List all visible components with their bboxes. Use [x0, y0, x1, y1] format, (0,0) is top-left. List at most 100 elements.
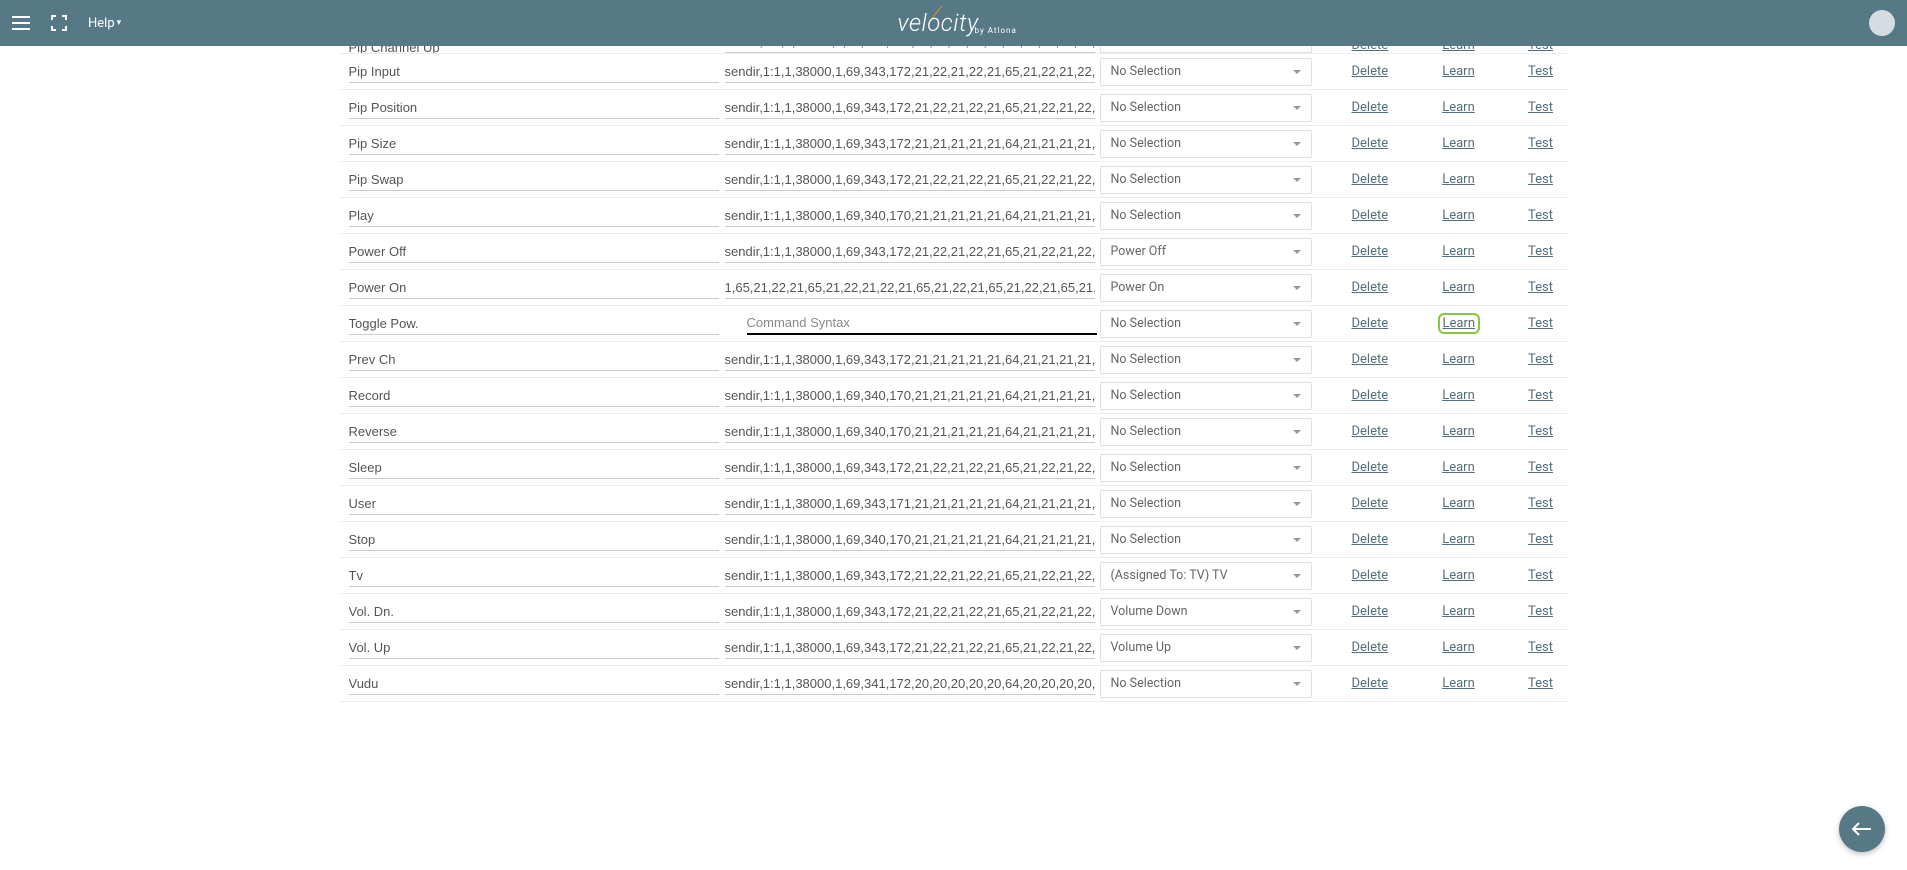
menu-icon[interactable] — [12, 14, 30, 32]
command-name-input[interactable] — [349, 97, 719, 119]
test-link[interactable]: Test — [1526, 604, 1556, 619]
learn-link[interactable]: Learn — [1440, 280, 1478, 295]
delete-link[interactable]: Delete — [1352, 424, 1392, 439]
command-name-input[interactable] — [349, 529, 719, 551]
selection-dropdown[interactable]: No Selection — [1100, 346, 1312, 374]
delete-link[interactable]: Delete — [1352, 352, 1392, 367]
learn-link[interactable]: Learn — [1440, 244, 1478, 259]
learn-link[interactable]: Learn — [1440, 568, 1478, 583]
command-name-input[interactable] — [349, 205, 719, 227]
selection-dropdown[interactable]: (Assigned To: TV) TV — [1100, 562, 1312, 590]
selection-dropdown[interactable]: No Selection — [1100, 526, 1312, 554]
learn-link[interactable]: Learn — [1440, 424, 1478, 439]
command-syntax-input[interactable] — [725, 46, 1095, 53]
test-link[interactable]: Test — [1526, 208, 1556, 223]
learn-link[interactable]: Learn — [1440, 172, 1478, 187]
learn-link[interactable]: Learn — [1440, 64, 1478, 79]
delete-link[interactable]: Delete — [1352, 64, 1392, 79]
command-syntax-input[interactable] — [725, 673, 1095, 695]
learn-link[interactable]: Learn — [1440, 640, 1478, 655]
fullscreen-icon[interactable] — [50, 14, 68, 32]
command-syntax-input[interactable] — [725, 457, 1095, 479]
selection-dropdown[interactable]: Volume Down — [1100, 598, 1312, 626]
selection-dropdown[interactable]: No Selection — [1100, 382, 1312, 410]
selection-dropdown[interactable]: No Selection — [1100, 418, 1312, 446]
selection-dropdown[interactable]: No Selection — [1100, 58, 1312, 86]
delete-link[interactable]: Delete — [1352, 568, 1392, 583]
learn-link[interactable]: Learn — [1440, 496, 1478, 511]
command-syntax-input[interactable] — [725, 529, 1095, 551]
test-link[interactable]: Test — [1526, 46, 1556, 53]
delete-link[interactable]: Delete — [1352, 280, 1392, 295]
command-syntax-input[interactable] — [725, 493, 1095, 515]
command-syntax-input[interactable] — [725, 601, 1095, 623]
test-link[interactable]: Test — [1526, 640, 1556, 655]
learn-link[interactable]: Learn — [1440, 676, 1478, 691]
selection-dropdown[interactable]: No Selection — [1100, 454, 1312, 482]
command-name-input[interactable] — [349, 637, 719, 659]
learn-link[interactable]: Learn — [1440, 100, 1478, 115]
delete-link[interactable]: Delete — [1352, 496, 1392, 511]
test-link[interactable]: Test — [1526, 676, 1556, 691]
test-link[interactable]: Test — [1526, 100, 1556, 115]
test-link[interactable]: Test — [1526, 388, 1556, 403]
help-menu[interactable]: Help ▾ — [88, 16, 121, 31]
test-link[interactable]: Test — [1526, 172, 1556, 187]
learn-link[interactable]: Learn — [1440, 136, 1478, 151]
delete-link[interactable]: Delete — [1352, 46, 1392, 53]
test-link[interactable]: Test — [1526, 352, 1556, 367]
learn-link[interactable]: Learn — [1440, 460, 1478, 475]
avatar[interactable] — [1869, 10, 1895, 36]
command-syntax-input[interactable] — [725, 241, 1095, 263]
command-name-input[interactable] — [349, 457, 719, 479]
delete-link[interactable]: Delete — [1352, 532, 1392, 547]
selection-dropdown[interactable]: No Selection — [1100, 94, 1312, 122]
command-name-input[interactable] — [349, 421, 719, 443]
delete-link[interactable]: Delete — [1352, 316, 1392, 331]
command-name-input[interactable] — [349, 565, 719, 587]
selection-dropdown[interactable]: Volume Up — [1100, 634, 1312, 662]
command-syntax-input[interactable] — [725, 637, 1095, 659]
learn-link[interactable]: Learn — [1440, 208, 1478, 223]
command-syntax-input[interactable] — [725, 421, 1095, 443]
command-syntax-input[interactable] — [725, 205, 1095, 227]
test-link[interactable]: Test — [1526, 460, 1556, 475]
selection-dropdown[interactable]: No Selection — [1100, 46, 1312, 53]
command-name-input[interactable] — [349, 133, 719, 155]
command-syntax-input[interactable] — [725, 277, 1095, 299]
selection-dropdown[interactable]: No Selection — [1100, 670, 1312, 698]
test-link[interactable]: Test — [1526, 280, 1556, 295]
learn-link[interactable]: Learn — [1440, 352, 1478, 367]
selection-dropdown[interactable]: Power Off — [1100, 238, 1312, 266]
command-name-input[interactable] — [349, 61, 719, 83]
learn-link[interactable]: Learn — [1440, 532, 1478, 547]
learn-link[interactable]: Learn — [1440, 388, 1478, 403]
delete-link[interactable]: Delete — [1352, 640, 1392, 655]
back-fab-button[interactable] — [1839, 806, 1885, 852]
learn-link[interactable]: Learn — [1440, 46, 1478, 53]
test-link[interactable]: Test — [1526, 424, 1556, 439]
delete-link[interactable]: Delete — [1352, 172, 1392, 187]
delete-link[interactable]: Delete — [1352, 604, 1392, 619]
test-link[interactable]: Test — [1526, 568, 1556, 583]
command-name-input[interactable] — [349, 493, 719, 515]
delete-link[interactable]: Delete — [1352, 208, 1392, 223]
command-name-input[interactable] — [349, 349, 719, 371]
command-name-input[interactable] — [349, 46, 719, 54]
selection-dropdown[interactable]: No Selection — [1100, 130, 1312, 158]
test-link[interactable]: Test — [1526, 136, 1556, 151]
learn-link[interactable]: Learn — [1440, 315, 1478, 332]
command-syntax-input[interactable] — [725, 385, 1095, 407]
command-name-input[interactable] — [349, 601, 719, 623]
command-name-input[interactable] — [349, 241, 719, 263]
command-name-input[interactable] — [349, 277, 719, 299]
selection-dropdown[interactable]: No Selection — [1100, 490, 1312, 518]
selection-dropdown[interactable]: Power On — [1100, 274, 1312, 302]
command-syntax-input[interactable] — [725, 349, 1095, 371]
selection-dropdown[interactable]: No Selection — [1100, 166, 1312, 194]
test-link[interactable]: Test — [1526, 532, 1556, 547]
test-link[interactable]: Test — [1526, 496, 1556, 511]
test-link[interactable]: Test — [1526, 316, 1556, 331]
command-name-input[interactable] — [349, 385, 719, 407]
test-link[interactable]: Test — [1526, 244, 1556, 259]
